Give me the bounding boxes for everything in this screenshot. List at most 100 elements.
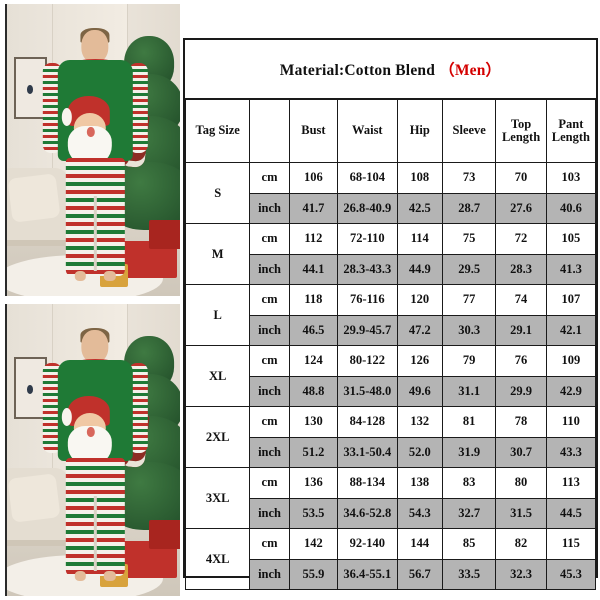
measurement-cell: 106 [288,162,339,194]
measurement-cell: 53.5 [288,497,339,529]
measurement-cell: 32.3 [495,558,547,590]
measurement-cell: 114 [396,223,444,255]
measurement-cell: 28.3 [495,253,547,285]
measurement-cell: 72 [495,223,547,255]
measurement-cell: 112 [288,223,339,255]
measurement-cell: 109 [545,345,597,377]
santa-hat-pom [62,408,72,426]
size-label: S [184,162,251,224]
measurement-cell: 130 [288,406,339,438]
measurement-cell: 85 [442,528,497,560]
measurement-cell: 126 [396,345,444,377]
unit-label: cm [249,467,290,499]
measurement-cell: 28.3-43.3 [337,253,398,285]
measurement-cell: 47.2 [396,314,444,346]
bare-foot-left [74,271,87,282]
measurement-cell: 43.3 [545,436,597,468]
head [81,30,109,63]
size-chart-page: Material:Cotton Blend （Men） Tag Size Bust W… [0,0,600,600]
measurement-cell: 120 [396,284,444,316]
unit-label: cm [249,345,290,377]
santa-nose-graphic [87,426,95,437]
measurement-cell: 80 [495,467,547,499]
leg-gap [93,195,98,272]
measurement-cell: 46.5 [288,314,339,346]
measurement-cell: 73 [442,162,497,194]
unit-label: inch [249,253,290,285]
measurement-cell: 92-140 [337,528,398,560]
measurement-cell: 118 [288,284,339,316]
size-label: M [184,223,251,285]
table-row: 3XL cm 136 88-134 138 83 80 113 [184,467,597,529]
model-wearing-pajamas [43,27,148,282]
measurement-cell: 68-104 [337,162,398,194]
measurement-cell: 136 [288,467,339,499]
measurement-cell: 26.8-40.9 [337,192,398,224]
size-label: 2XL [184,406,251,468]
column-header: Tag Size [184,98,251,163]
measurement-cell: 55.9 [288,558,339,590]
unit-label: inch [249,558,290,590]
unit-label: inch [249,375,290,407]
table-row: 2XL cm 130 84-128 132 81 78 110 [184,406,597,468]
table-row: Mcm 112 72-110 114 75 72 105 [184,223,597,285]
measurement-cell: 42.9 [545,375,597,407]
measurement-cell: 42.5 [396,192,444,224]
column-header: Waist [337,98,398,163]
size-label: 3XL [184,467,251,529]
measurement-cell: 82 [495,528,547,560]
measurement-cell: 36.4-55.1 [337,558,398,590]
table-header-row: Tag Size Bust Waist Hip Sleeve Top Length Pant… [184,98,597,163]
measurement-cell: 74 [495,284,547,316]
santa-hat-pom [62,108,72,126]
measurement-cell: 115 [545,528,597,560]
measurement-cell: 78 [495,406,547,438]
chart-title-gender: （Men） [439,62,502,79]
unit-label: inch [249,436,290,468]
measurement-cell: 31.1 [442,375,497,407]
measurement-cell: 51.2 [288,436,339,468]
measurement-cell: 44.1 [288,253,339,285]
measurement-cell: 142 [288,528,339,560]
leg-gap [93,495,98,572]
measurement-cell: 33.1-50.4 [337,436,398,468]
measurement-cell: 34.6-52.8 [337,497,398,529]
model-wearing-pajamas [43,327,148,582]
measurement-cell: 108 [396,162,444,194]
measurement-cell: 54.3 [396,497,444,529]
size-label: 4XL [184,528,251,590]
measurement-cell: 124 [288,345,339,377]
gift-box [148,520,180,550]
column-header: Sleeve [442,98,497,163]
size-label: L [184,284,251,346]
measurement-cell: 75 [442,223,497,255]
measurement-cell: 33.5 [442,558,497,590]
measurement-cell: 30.7 [495,436,547,468]
measurement-cell: 80-122 [337,345,398,377]
product-photo-bottom [0,300,183,600]
product-photo-top [0,0,183,300]
column-header [249,98,290,163]
measurement-cell: 48.8 [288,375,339,407]
measurement-cell: 76 [495,345,547,377]
unit-label: inch [249,497,290,529]
measurement-cell: 81 [442,406,497,438]
measurement-cell: 84-128 [337,406,398,438]
photo-scene [5,4,180,296]
measurement-cell: 103 [545,162,597,194]
measurement-cell: 32.7 [442,497,497,529]
measurement-cell: 144 [396,528,444,560]
measurement-cell: 29.9 [495,375,547,407]
column-header: Pant Length [545,98,597,163]
bare-foot-right [104,571,116,582]
table-row: Scm 106 68-104 108 73 70 103 [184,162,597,224]
size-chart-table-container: Material:Cotton Blend （Men） Tag Size Bust W… [183,38,598,590]
unit-label: inch [249,314,290,346]
measurement-cell: 113 [545,467,597,499]
unit-label: cm [249,528,290,560]
measurement-cell: 31.9 [442,436,497,468]
measurement-cell: 27.6 [495,192,547,224]
measurement-cell: 77 [442,284,497,316]
measurement-cell: 31.5-48.0 [337,375,398,407]
table-row: Lcm 118 76-116 120 77 74 107 [184,284,597,346]
